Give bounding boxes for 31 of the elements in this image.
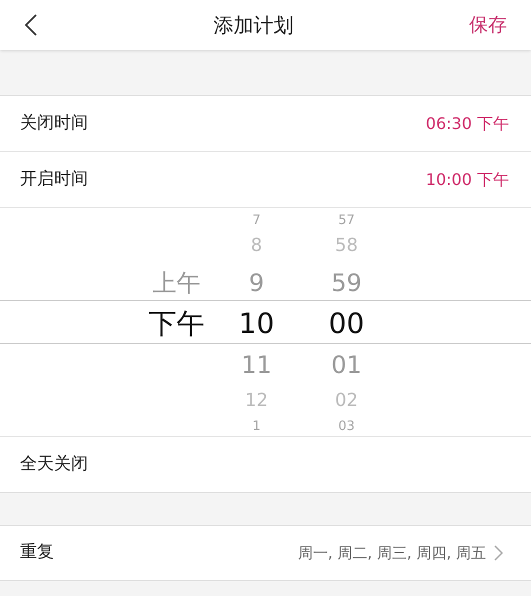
picker-option[interactable]: 01 [331,352,362,376]
save-button[interactable]: 保存 [469,10,507,40]
picker-option[interactable]: 1 [252,420,261,433]
repeat-days: 周一, 周二, 周三, 周四, 周五 [298,542,486,564]
picker-option[interactable]: 11 [241,352,272,376]
picker-option[interactable]: 00 [328,310,364,338]
row-label: 全天关闭 [20,452,88,476]
picker-option[interactable]: 57 [338,214,355,228]
picker-option[interactable]: 上午 [152,270,200,294]
picker-option[interactable]: 58 [335,237,358,256]
repeat-row[interactable]: 重复 周一, 周二, 周三, 周四, 周五 [0,525,531,581]
page-title: 添加计划 [214,12,294,39]
picker-option[interactable]: 下午 [148,310,204,338]
time-row[interactable]: 关闭时间 06:30 下午 [0,96,531,152]
row-label: 重复 [20,541,54,564]
chevron-right-icon [494,545,503,561]
time-row[interactable]: 开启时间 10:00 下午 [0,152,531,208]
picker-option[interactable]: 02 [335,392,358,410]
time-value: 06:30 下午 [426,112,509,134]
row-label: 开启时间 [20,168,88,191]
all-day-row[interactable]: 全天关闭 [0,437,531,493]
time-value: 10:00 下午 [426,168,509,190]
row-label: 关闭时间 [20,112,88,135]
picker-option[interactable]: 9 [248,270,264,294]
back-icon[interactable] [24,13,38,37]
picker-option[interactable]: 03 [338,420,355,433]
picker-option[interactable]: 10 [238,310,274,338]
picker-option[interactable]: 59 [331,270,362,294]
picker-option[interactable]: 8 [250,237,262,256]
picker-option[interactable]: 12 [245,392,268,410]
picker-option[interactable]: 7 [252,214,261,228]
